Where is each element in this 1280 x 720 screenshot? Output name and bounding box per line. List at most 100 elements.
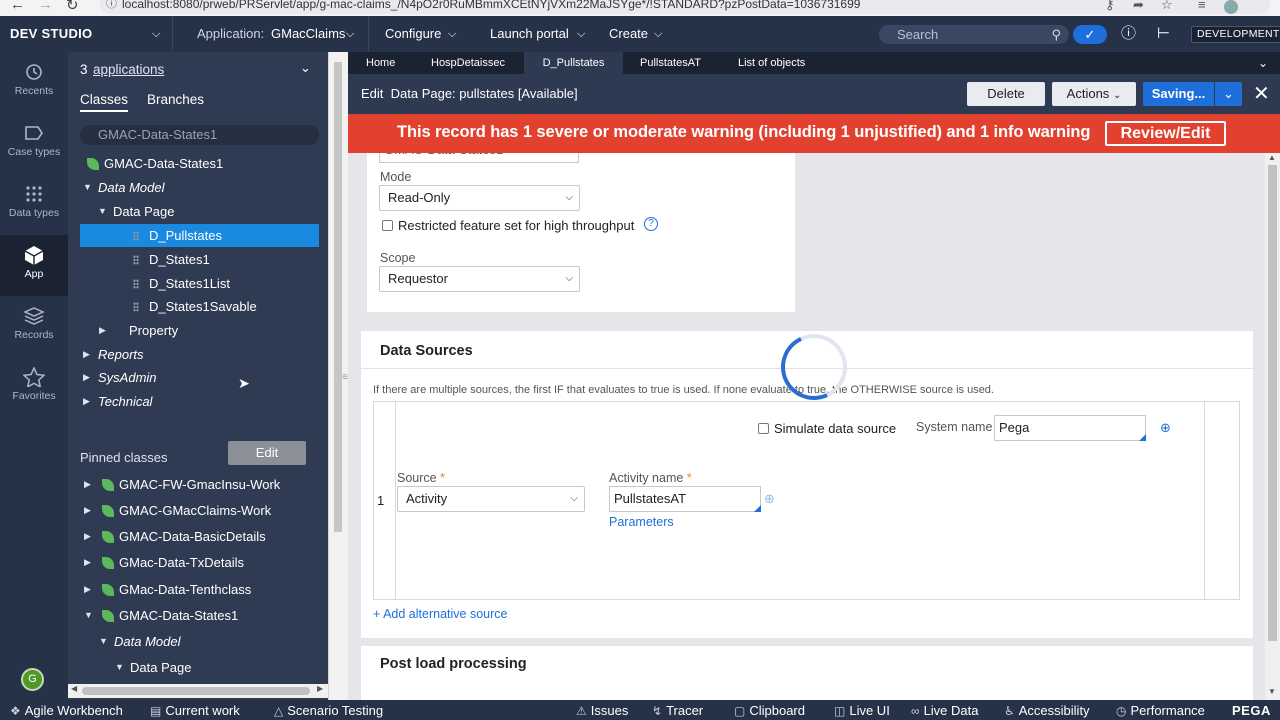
configure-menu[interactable]: Configure [385,16,441,52]
applications-link[interactable]: applications [93,62,164,77]
clipped-class-field[interactable]: GMAC-Data-States1 [379,153,579,163]
tree-data-model[interactable]: ▼ Data Model [80,176,319,199]
performance-button[interactable]: ◷ Performance [1116,700,1205,720]
collapsed-arrow-icon[interactable]: ▶ [84,551,91,574]
scroll-down-icon[interactable]: ▼ [1268,687,1276,696]
panel-splitter[interactable]: ≡ [328,52,348,700]
tab-hospdetaissec[interactable]: HospDetaissec [431,52,505,74]
rail-item-favorites[interactable]: Favorites [0,357,68,418]
tree-reports[interactable]: ▶ Reports [80,343,319,366]
tree-sysadmin[interactable]: ▶ SysAdmin [80,366,319,389]
tab-classes[interactable]: Classes [80,92,129,112]
activity-name-input[interactable]: PullstatesAT [609,486,761,512]
hierarchy-icon[interactable]: ⊢ [1157,16,1170,52]
launch-portal-chevron-icon[interactable]: ⌵ [577,16,585,52]
pinned-data-model[interactable]: ▼ Data Model [80,630,319,653]
live-data-button[interactable]: ∞ Live Data [911,700,978,720]
edit-pinned-button[interactable]: Edit [228,441,306,465]
tracer-button[interactable]: ↯ Tracer [652,700,703,720]
pinned-class-item[interactable]: ▶ GMAC-GMacClaims-Work [80,499,319,522]
expanded-arrow-icon[interactable]: ▼ [115,656,124,679]
tab-pullstatesat[interactable]: PullstatesAT [640,52,701,74]
save-options-chevron-icon[interactable]: ⌄ [1215,82,1242,106]
tree-data-page[interactable]: ▼ Data Page [80,200,319,223]
class-filter-input[interactable]: GMAC-Data-States1 [80,125,319,145]
close-icon[interactable]: ✕ [1253,81,1270,106]
clipboard-button[interactable]: ▢ Clipboard [734,700,805,720]
help-icon[interactable]: ? [644,217,658,231]
scroll-left-icon[interactable]: ◀ [71,684,77,693]
tree-technical[interactable]: ▶ Technical [80,390,319,413]
restricted-feature-checkbox[interactable] [382,220,393,231]
delete-button[interactable]: Delete [967,82,1045,106]
share-icon[interactable]: ➦ [1133,0,1144,13]
collapsed-arrow-icon[interactable]: ▶ [84,473,91,496]
create-chevron-icon[interactable]: ⌵ [654,16,662,52]
help-icon[interactable]: ⓘ [1121,16,1136,52]
target-crosshair-icon[interactable]: ⊕ [764,491,775,507]
tree-property[interactable]: ▶ Property [80,319,319,342]
rail-item-records[interactable]: Records [0,296,68,357]
explorer-horizontal-scrollbar[interactable]: ◀ ▶ [68,684,328,698]
scope-select[interactable]: Requestor ⌵ [379,266,580,292]
search-input[interactable]: Search ⚲ [879,25,1069,44]
pinned-class-item[interactable]: ▶ GMac-Data-Tenthclass [80,578,319,601]
tab-branches[interactable]: Branches [147,92,204,107]
add-alternative-source-link[interactable]: + Add alternative source [373,607,507,621]
bookmark-star-icon[interactable]: ☆ [1161,0,1173,13]
live-ui-button[interactable]: ◫ Live UI [834,700,890,720]
pinned-data-page[interactable]: ▼ Data Page [80,656,319,679]
portal-menu-chevron-icon[interactable]: ⌵ [152,16,160,52]
tree-class-node[interactable]: GMAC-Data-States1 [80,152,319,175]
configure-chevron-icon[interactable]: ⌵ [448,16,456,52]
rail-item-data-types[interactable]: Data types [0,174,68,235]
collapsed-arrow-icon[interactable]: ▶ [84,525,91,548]
explorer-vertical-scrollbar[interactable] [334,62,342,532]
key-icon[interactable]: ⚷ [1105,0,1115,13]
mode-select[interactable]: Read-Only ⌵ [379,185,580,211]
application-switcher[interactable]: GMacClaims [271,16,345,52]
target-crosshair-icon[interactable]: ⊕ [1160,420,1171,436]
collapsed-arrow-icon[interactable]: ▶ [83,390,90,413]
review-edit-button[interactable]: Review/Edit [1105,121,1226,146]
scroll-thumb[interactable] [1268,165,1277,641]
reading-list-icon[interactable]: ≡ [1198,0,1206,12]
tree-record-d-pullstates[interactable]: D_Pullstates [80,224,319,247]
launch-portal-menu[interactable]: Launch portal [490,16,569,52]
expanded-arrow-icon[interactable]: ▼ [98,200,107,223]
expanded-arrow-icon[interactable]: ▼ [84,604,93,627]
tab-d-pullstates[interactable]: D_Pullstates [524,52,623,74]
system-name-input[interactable]: Pega [994,415,1146,441]
create-menu[interactable]: Create [609,16,648,52]
actions-button[interactable]: Actions ⌄ [1052,82,1136,106]
save-button[interactable]: Saving... [1143,82,1214,106]
scroll-up-icon[interactable]: ▲ [1268,153,1276,162]
info-icon[interactable]: ⓘ [106,0,117,10]
scroll-thumb[interactable] [82,687,310,695]
pinned-class-item[interactable]: ▼ GMAC-Data-States1 [80,604,319,627]
collapsed-arrow-icon[interactable]: ▶ [83,366,90,389]
forward-icon[interactable]: → [38,0,53,13]
accessibility-button[interactable]: ♿ Accessibility [1004,700,1090,720]
application-chevron-icon[interactable]: ⌵ [346,16,354,52]
source-select[interactable]: Activity ⌵ [397,486,585,512]
rail-item-case-types[interactable]: Case types [0,113,68,174]
rail-item-app[interactable]: App [0,235,68,296]
tree-record-d-states1[interactable]: D_States1 [80,248,319,271]
scroll-right-icon[interactable]: ▶ [317,684,323,693]
expanded-arrow-icon[interactable]: ▼ [83,176,92,199]
tab-list-of-objects[interactable]: List of objects [738,52,805,74]
profile-avatar-icon[interactable] [1224,0,1238,14]
issues-button[interactable]: ⚠ Issues [576,700,628,720]
scenario-testing-button[interactable]: △ Scenario Testing [274,700,383,720]
tree-record-d-states1savable[interactable]: D_States1Savable [80,295,319,318]
reload-icon[interactable]: ↻ [66,0,79,14]
agile-workbench-button[interactable]: ❖ Agile Workbench [10,700,123,720]
pinned-class-item[interactable]: ▶ GMAC-FW-GmacInsu-Work [80,473,319,496]
collapsed-arrow-icon[interactable]: ▶ [84,499,91,522]
address-bar[interactable]: ⓘ localhost:8080/prweb/PRServlet/app/g-m… [100,0,1270,14]
pinned-class-item[interactable]: ▶ GMAC-Data-BasicDetails [80,525,319,548]
simulate-data-source-checkbox[interactable] [758,423,769,434]
collapse-chevron-icon[interactable]: ⌄ [300,60,311,76]
tree-record-d-states1list[interactable]: D_States1List [80,272,319,295]
